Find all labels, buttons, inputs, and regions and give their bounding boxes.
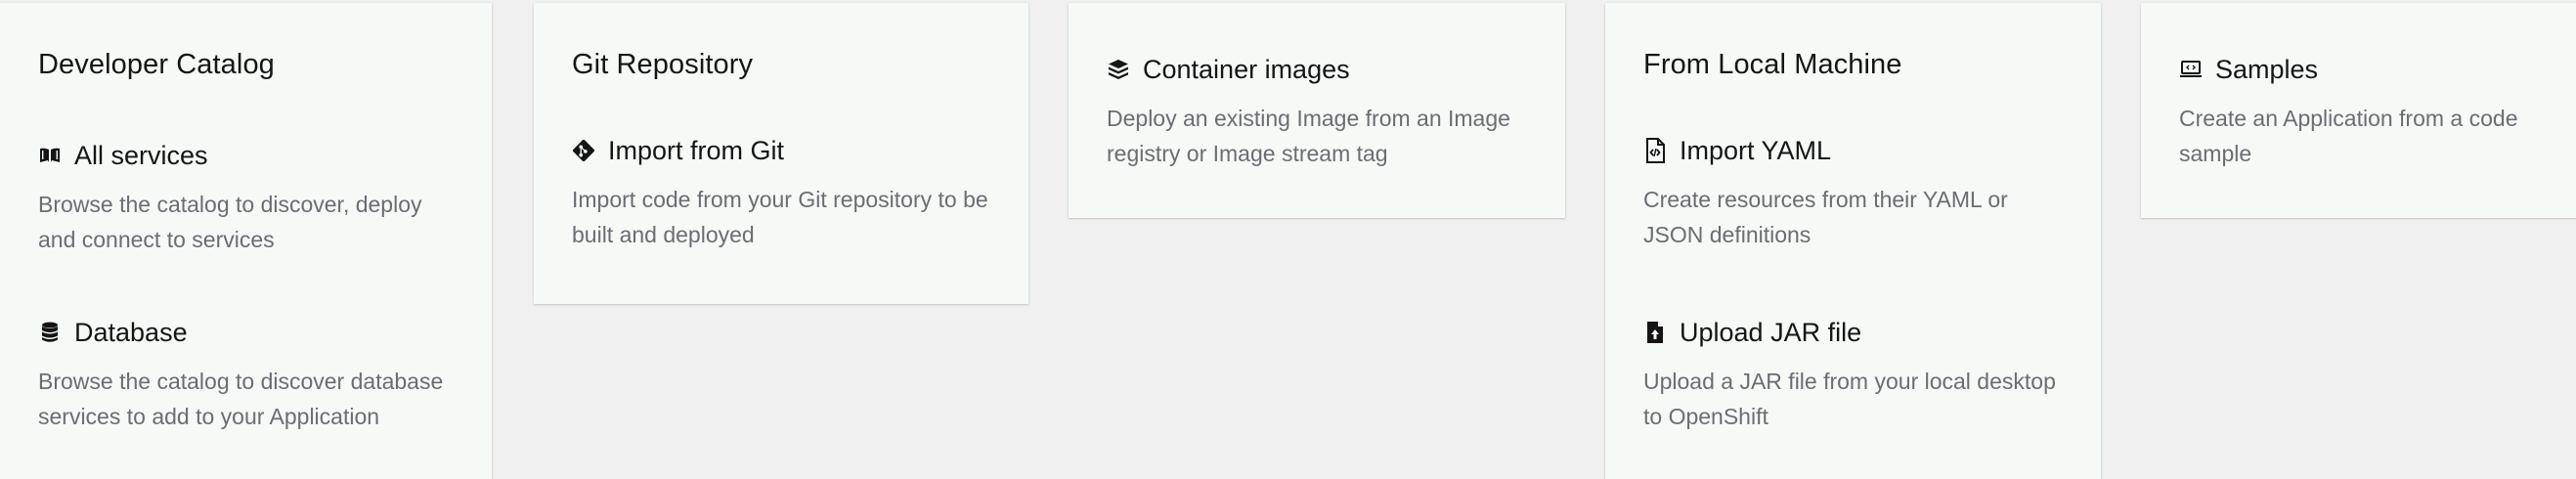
all-services-label: All services (74, 140, 208, 170)
container-images-item[interactable]: Container images Deploy an existing Imag… (1107, 52, 1536, 171)
container-images-card: Container images Deploy an existing Imag… (1069, 3, 1565, 218)
import-yaml-item[interactable]: Import YAML Create resources from their … (1643, 133, 2072, 252)
upload-jar-file-item[interactable]: Upload JAR file Upload a JAR file from y… (1643, 315, 2072, 434)
from-local-machine-card: From Local Machine Import YAML Create re… (1605, 3, 2101, 479)
database-description: Browse the catalog to discover database … (38, 369, 444, 429)
import-from-git-description: Import code from your Git repository to … (572, 187, 988, 247)
git-icon (572, 139, 595, 162)
cubes-icon (1107, 58, 1130, 81)
upload-jar-file-label: Upload JAR file (1680, 317, 1862, 347)
database-link[interactable]: Database (38, 315, 462, 350)
developer-catalog-card: Developer Catalog All services Browse th… (0, 3, 492, 479)
file-code-icon (1643, 138, 1667, 163)
import-yaml-description: Create resources from their YAML or JSON… (1643, 187, 2008, 247)
container-images-label: Container images (1143, 54, 1350, 84)
import-from-git-label: Import from Git (608, 135, 785, 165)
database-icon (38, 321, 62, 344)
samples-card: Samples Create an Application from a cod… (2141, 3, 2576, 218)
from-local-machine-title: From Local Machine (1643, 49, 1902, 80)
samples-description: Create an Application from a code sample (2179, 106, 2518, 166)
all-services-item[interactable]: All services Browse the catalog to disco… (38, 138, 462, 257)
import-yaml-link[interactable]: Import YAML (1643, 133, 2072, 168)
upload-jar-file-description: Upload a JAR file from your local deskto… (1643, 369, 2056, 429)
import-from-git-item[interactable]: Import from Git Import code from your Gi… (572, 133, 999, 252)
samples-label: Samples (2215, 54, 2319, 84)
developer-catalog-title: Developer Catalog (38, 49, 275, 80)
laptop-code-icon (2179, 58, 2203, 81)
upload-jar-file-link[interactable]: Upload JAR file (1643, 315, 2072, 350)
all-services-link[interactable]: All services (38, 138, 462, 173)
file-upload-icon (1643, 321, 1667, 344)
container-images-description: Deploy an existing Image from an Image r… (1107, 106, 1510, 166)
book-open-icon (38, 144, 62, 167)
import-from-git-link[interactable]: Import from Git (572, 133, 999, 168)
add-page: Developer Catalog All services Browse th… (0, 0, 2576, 479)
database-label: Database (74, 317, 188, 347)
all-services-description: Browse the catalog to discover, deploy a… (38, 192, 422, 252)
container-images-link[interactable]: Container images (1107, 52, 1536, 87)
database-item[interactable]: Database Browse the catalog to discover … (38, 315, 462, 434)
git-repository-title: Git Repository (572, 49, 754, 80)
git-repository-card: Git Repository Import from Git Import co… (534, 3, 1028, 304)
samples-item[interactable]: Samples Create an Application from a cod… (2179, 52, 2561, 171)
samples-link[interactable]: Samples (2179, 52, 2561, 87)
import-yaml-label: Import YAML (1680, 135, 1832, 165)
